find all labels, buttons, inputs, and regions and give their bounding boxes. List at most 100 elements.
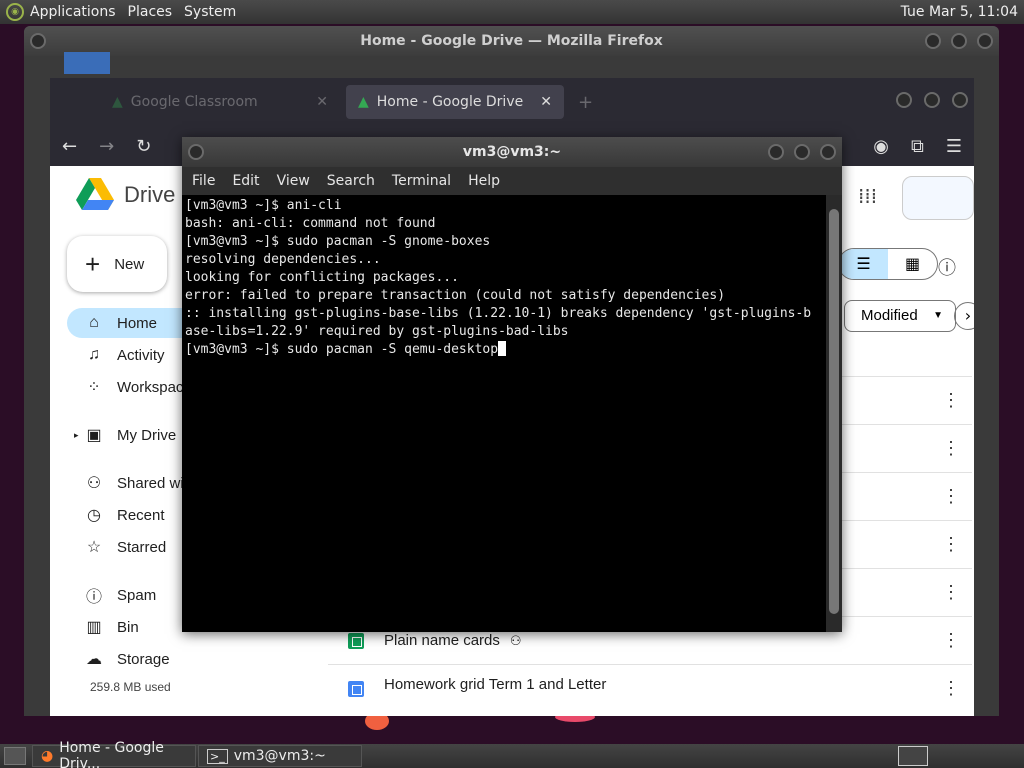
bell-icon: ♫ (88, 346, 100, 363)
plus-icon: + (85, 249, 101, 279)
text-cursor (498, 341, 507, 356)
firefox-window-title[interactable]: Home - Google Drive — Mozilla Firefox (24, 26, 999, 56)
drive-icon: ▲ (112, 94, 123, 110)
more-options-icon[interactable]: ⋮ (942, 438, 960, 459)
sidebar-item-label: Storage (117, 650, 170, 668)
workspace-logo[interactable] (902, 176, 974, 220)
taskbar-item-label: Home - Google Driv... (59, 740, 164, 768)
more-options-icon[interactable]: ⋮ (942, 630, 960, 651)
extensions-icon[interactable]: ⧉ (911, 136, 924, 157)
menu-applications[interactable]: Applications (24, 0, 122, 24)
more-options-icon[interactable]: ⋮ (942, 390, 960, 411)
scrollbar-thumb[interactable] (829, 209, 839, 614)
terminal-title: vm3@vm3:~ (462, 144, 562, 160)
close-icon[interactable]: ✕ (316, 94, 328, 110)
terminal-window: vm3@vm3:~ File Edit View Search Terminal… (182, 137, 842, 632)
sheets-icon (348, 632, 364, 649)
desktop-icon[interactable] (64, 52, 110, 74)
tab-label: Google Classroom (130, 94, 258, 110)
apps-grid-icon[interactable]: ⁞⁞⁞ (858, 184, 877, 208)
close-button[interactable] (977, 33, 993, 49)
sidebar-item-label: My Drive (117, 426, 177, 444)
minimize-button[interactable] (896, 92, 912, 108)
menu-help[interactable]: Help (468, 173, 511, 189)
menu-edit[interactable]: Edit (232, 173, 270, 189)
expand-arrow-icon[interactable]: ▸ (74, 430, 79, 441)
terminal-line: resolving dependencies... (185, 252, 381, 267)
bin-icon: ▥ (86, 619, 102, 636)
spam-icon: ⓘ (85, 589, 102, 606)
more-options-icon[interactable]: ⋮ (942, 534, 960, 555)
taskbar-item-firefox[interactable]: ◕ Home - Google Driv... (32, 740, 196, 768)
distro-logo-icon[interactable]: ◉ (6, 3, 24, 21)
terminal-title-bar[interactable]: vm3@vm3:~ (182, 137, 842, 167)
menu-icon[interactable]: ☰ (946, 136, 962, 157)
menu-system[interactable]: System (178, 0, 242, 24)
maximize-button[interactable] (951, 33, 967, 49)
terminal-line: bash: ani-cli: command not found (185, 216, 436, 231)
new-tab-button[interactable]: + (578, 92, 593, 113)
tab-bar: ▲ Google Classroom ✕ ▲ Home - Google Dri… (50, 78, 974, 126)
menu-terminal[interactable]: Terminal (392, 173, 462, 189)
grid-view-button[interactable]: ▦ (888, 249, 937, 279)
view-toggle: ☰ ▦ (838, 248, 938, 280)
more-options-icon[interactable]: ⋮ (942, 582, 960, 603)
more-options-icon[interactable]: ⋮ (942, 486, 960, 507)
minimize-button[interactable] (768, 144, 784, 160)
back-icon[interactable]: ← (62, 136, 77, 157)
terminal-icon: >_ (207, 748, 228, 764)
show-desktop-icon[interactable] (4, 747, 26, 765)
taskbar-item-label: vm3@vm3:~ (233, 748, 326, 764)
maximize-button[interactable] (924, 92, 940, 108)
list-view-button[interactable]: ☰ (839, 249, 888, 279)
taskbar-item-terminal[interactable]: >_ vm3@vm3:~ (198, 745, 362, 767)
menu-search[interactable]: Search (327, 173, 386, 189)
star-icon: ☆ (86, 539, 102, 556)
terminal-line: [vm3@vm3 ~]$ sudo pacman -S gnome-boxes (185, 234, 491, 249)
menu-file[interactable]: File (192, 173, 226, 189)
new-button[interactable]: + New (67, 236, 167, 292)
more-options-icon[interactable]: ⋮ (942, 678, 960, 699)
new-button-label: New (114, 255, 145, 273)
close-tab-icon[interactable]: ✕ (540, 94, 552, 110)
window-menu-button[interactable] (188, 144, 204, 160)
sidebar-item-label: Bin (117, 618, 139, 636)
top-panel: ◉ Applications Places System Tue Mar 5, … (0, 0, 1024, 24)
tab-google-classroom[interactable]: ▲ Google Classroom ✕ (100, 85, 340, 119)
tab-home-google-drive[interactable]: ▲ Home - Google Drive ✕ (346, 85, 564, 119)
scroll-right-button[interactable]: › (954, 302, 974, 330)
info-icon[interactable]: ⓘ (938, 254, 956, 280)
account-icon[interactable]: ◉ (873, 136, 889, 157)
terminal-menubar: File Edit View Search Terminal Help (182, 167, 842, 195)
forward-icon[interactable]: → (99, 136, 114, 157)
modified-filter[interactable]: Modified ▼ (844, 300, 956, 332)
terminal-output[interactable]: [vm3@vm3 ~]$ ani-cli bash: ani-cli: comma… (182, 195, 826, 630)
close-button[interactable] (952, 92, 968, 108)
clock[interactable]: Tue Mar 5, 11:04 (901, 0, 1018, 24)
terminal-scrollbar[interactable] (826, 195, 842, 632)
cloud-icon: ☁ (86, 651, 102, 668)
file-row-homework-grid[interactable]: Homework grid Term 1 and Letter ⋮ (328, 664, 972, 712)
reload-icon[interactable]: ↻ (136, 136, 151, 157)
firefox-icon: ◕ (41, 748, 54, 764)
sidebar-item-label: Activity (117, 346, 165, 364)
sidebar-item-storage[interactable]: ☁ Storage (67, 644, 307, 674)
terminal-line: [vm3@vm3 ~]$ ani-cli (185, 198, 342, 213)
close-button[interactable] (820, 144, 836, 160)
window-menu-button[interactable] (30, 33, 46, 49)
maximize-button[interactable] (794, 144, 810, 160)
drive-logo-icon (76, 178, 114, 210)
sidebar-item-label: Spam (117, 586, 157, 604)
home-icon: ⌂ (89, 314, 99, 331)
modified-filter-label: Modified (861, 307, 918, 324)
sidebar-item-label: Starred (117, 538, 167, 556)
menu-view[interactable]: View (277, 173, 321, 189)
file-name: Homework grid Term 1 and Letter (384, 676, 607, 693)
workspace-switcher[interactable] (898, 746, 928, 766)
terminal-line-current: [vm3@vm3 ~]$ sudo pacman -S qemu-desktop (185, 342, 499, 357)
minimize-button[interactable] (925, 33, 941, 49)
menu-places[interactable]: Places (122, 0, 179, 24)
file-name: Plain name cards (384, 632, 500, 649)
my-drive-icon: ▣ (86, 427, 102, 444)
drive-logo[interactable]: Drive (76, 178, 175, 212)
